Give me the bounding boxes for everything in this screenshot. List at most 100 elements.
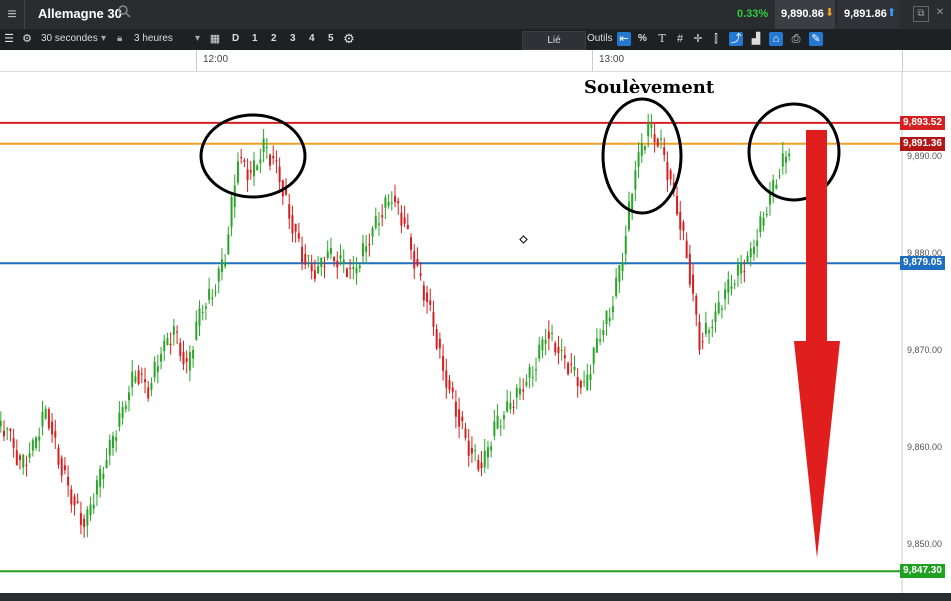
candle-body xyxy=(474,449,477,451)
candle-body xyxy=(35,437,38,448)
candle-body xyxy=(211,297,214,300)
candle-body xyxy=(422,285,425,301)
candle-body xyxy=(445,370,448,388)
tools-menu[interactable]: Outils xyxy=(587,33,613,44)
candle-body xyxy=(220,259,223,273)
candle-body xyxy=(650,124,653,128)
candle-body xyxy=(394,195,396,203)
candle-body xyxy=(477,459,480,470)
candle-body xyxy=(611,306,614,313)
candle-body xyxy=(730,286,733,289)
grid-icon[interactable]: # xyxy=(673,32,687,46)
price-chart[interactable] xyxy=(0,71,951,593)
chevron-down-icon[interactable]: ▾ xyxy=(101,33,106,44)
candle-body xyxy=(176,331,179,333)
settings-gear-icon[interactable]: ⚙ xyxy=(20,32,34,46)
candle-body xyxy=(345,268,348,277)
hamburger-menu-icon[interactable]: ≡ xyxy=(0,0,25,29)
drawing-tools-icon[interactable]: ✎ xyxy=(809,32,823,46)
detach-window-icon[interactable]: ⧉ xyxy=(913,6,929,22)
search-icon[interactable] xyxy=(118,5,132,19)
candle-body xyxy=(166,337,169,346)
candle-body xyxy=(403,217,406,224)
line-chart-icon[interactable]: ⤴ xyxy=(729,32,743,46)
percent-button[interactable]: % xyxy=(638,33,647,44)
sell-price-button[interactable]: 9,890.86 ⬇ xyxy=(775,0,835,29)
candle-body xyxy=(291,215,294,234)
print-icon[interactable]: ⎙ xyxy=(789,32,803,46)
candle-body xyxy=(79,513,82,526)
candle-body xyxy=(102,473,105,479)
candle-body xyxy=(86,509,89,526)
range-select[interactable]: 3 heures xyxy=(134,33,173,44)
candle-body xyxy=(746,255,749,263)
period-d[interactable]: D xyxy=(232,33,239,44)
bottom-panel-bar xyxy=(0,593,951,601)
candle-body xyxy=(647,123,650,137)
candle-body xyxy=(490,446,493,451)
candle-body xyxy=(410,237,413,250)
candle-body xyxy=(265,146,268,148)
candle-body xyxy=(342,259,345,264)
candle-body xyxy=(506,401,509,412)
daily-change: 0.33% xyxy=(737,8,769,20)
candle-body xyxy=(752,246,755,254)
candle-body xyxy=(288,204,291,219)
candle-body xyxy=(352,267,355,270)
crosshair-icon[interactable]: ✛ xyxy=(691,32,705,46)
buy-price-button[interactable]: 9,891.86 ⬆ xyxy=(838,0,900,29)
period-2[interactable]: 2 xyxy=(271,33,277,44)
candle-body xyxy=(583,381,586,383)
candle-body xyxy=(547,331,550,339)
candle-body xyxy=(576,377,579,386)
period-1[interactable]: 1 xyxy=(252,33,258,44)
list-icon[interactable]: ☰ xyxy=(2,32,16,46)
candle-body xyxy=(432,312,435,327)
chart-settings-gear-icon[interactable]: ⚙ xyxy=(342,32,356,46)
candle-body xyxy=(208,288,211,300)
candle-body xyxy=(60,457,63,476)
candle-body xyxy=(554,343,557,353)
interval-select[interactable]: 30 secondes xyxy=(41,33,98,44)
period-5[interactable]: 5 xyxy=(328,33,334,44)
buy-price: 9,891.86 xyxy=(844,8,887,20)
candle-body xyxy=(765,213,768,216)
candle-body xyxy=(95,480,98,495)
candle-body xyxy=(400,212,403,226)
candle-body xyxy=(182,352,185,365)
text-size-icon[interactable]: T xyxy=(655,32,669,46)
candle-body xyxy=(92,504,95,509)
candle-body xyxy=(371,228,374,237)
annotation-circle xyxy=(199,113,307,199)
candle-body xyxy=(150,383,153,390)
label-icon[interactable]: ⌂ xyxy=(769,32,783,46)
candlestick-icon[interactable]: ⫿ xyxy=(709,32,723,46)
time-tick-label: 12:00 xyxy=(203,54,229,65)
candle-body xyxy=(406,224,409,230)
period-3[interactable]: 3 xyxy=(290,33,296,44)
candle-body xyxy=(772,180,775,194)
candle-body xyxy=(499,425,502,427)
price-line-icon[interactable]: ⇤ xyxy=(617,32,631,46)
candle-body xyxy=(557,346,560,354)
candle-body xyxy=(118,412,121,427)
link-button[interactable]: Lié xyxy=(522,31,586,50)
candle-body xyxy=(599,339,602,342)
candle-body xyxy=(480,462,483,468)
lock-icon[interactable]: 🔒︎ xyxy=(117,33,122,44)
close-icon[interactable]: ✕ xyxy=(933,6,947,20)
candle-body xyxy=(653,134,656,143)
candle-body xyxy=(762,217,765,226)
period-4[interactable]: 4 xyxy=(309,33,315,44)
chevron-down-icon[interactable]: ▾ xyxy=(195,33,200,44)
candle-body xyxy=(640,143,643,156)
candle-body xyxy=(140,373,143,375)
candle-body xyxy=(317,266,320,274)
candle-body xyxy=(252,160,255,177)
candle-body xyxy=(163,340,166,351)
calendar-icon[interactable]: ▦ xyxy=(208,32,222,46)
candle-body xyxy=(214,291,217,293)
candle-body xyxy=(768,193,771,205)
candle-body xyxy=(605,310,608,325)
bar-chart-icon[interactable]: ▟ xyxy=(749,32,763,46)
